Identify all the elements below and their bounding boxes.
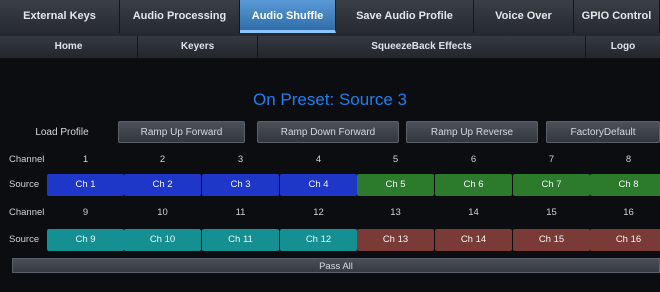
ramp-down-forward-button[interactable]: Ramp Down Forward — [257, 121, 399, 143]
channel-number: 3 — [237, 154, 244, 165]
channel-number: 14 — [468, 207, 479, 218]
source-row-label: Source — [9, 179, 40, 190]
source-button[interactable]: Ch 3 — [202, 174, 279, 196]
ramp-up-forward-button[interactable]: Ramp Up Forward — [118, 121, 245, 143]
channel-number: 6 — [470, 154, 477, 165]
source-button[interactable]: Ch 11 — [202, 229, 279, 251]
source-button[interactable]: Ch 13 — [357, 229, 434, 251]
source-row-label: Source — [9, 234, 40, 245]
channel-row-label: Channel — [9, 207, 45, 218]
ramp-up-reverse-button[interactable]: Ramp Up Reverse — [406, 121, 538, 143]
source-button[interactable]: Ch 7 — [513, 174, 590, 196]
channel-number: 1 — [82, 154, 89, 165]
channel-number: 9 — [82, 207, 89, 218]
channel-number: 13 — [390, 207, 401, 218]
tab-external-keys[interactable]: External Keys — [0, 0, 120, 33]
channel-number: 8 — [625, 154, 632, 165]
subtab-keyers[interactable]: Keyers — [138, 36, 258, 58]
source-button[interactable]: Ch 1 — [47, 174, 124, 196]
tab-audio-processing[interactable]: Audio Processing — [120, 0, 240, 33]
tab-voice-over[interactable]: Voice Over — [474, 0, 574, 33]
source-button[interactable]: Ch 8 — [590, 174, 660, 196]
load-profile-label: Load Profile — [35, 127, 89, 138]
source-button[interactable]: Ch 14 — [435, 229, 512, 251]
top-nav-bar: External Keys Audio Processing Audio Shu… — [0, 0, 660, 37]
tab-save-audio-profile[interactable]: Save Audio Profile — [336, 0, 474, 33]
subtab-logo[interactable]: Logo — [586, 36, 660, 58]
channel-number: 15 — [546, 207, 557, 218]
tab-gpio-control[interactable]: GPIO Control — [574, 0, 660, 33]
channel-number: 11 — [235, 207, 246, 218]
source-button[interactable]: Ch 5 — [357, 174, 434, 196]
preset-status: On Preset: Source 3 — [252, 90, 408, 109]
source-button[interactable]: Ch 4 — [280, 174, 357, 196]
source-button[interactable]: Ch 6 — [435, 174, 512, 196]
channel-number: 2 — [159, 154, 166, 165]
channel-number: 10 — [157, 207, 168, 218]
channel-number: 16 — [623, 207, 634, 218]
channel-number: 12 — [313, 207, 324, 218]
subtab-home[interactable]: Home — [0, 36, 138, 58]
factory-default-button[interactable]: FactoryDefault — [546, 121, 660, 143]
source-button[interactable]: Ch 16 — [590, 229, 660, 251]
source-button[interactable]: Ch 12 — [280, 229, 357, 251]
channel-number: 7 — [548, 154, 555, 165]
channel-number: 5 — [392, 154, 399, 165]
pass-all-button[interactable]: Pass All — [12, 258, 660, 273]
channel-number: 4 — [315, 154, 322, 165]
source-button[interactable]: Ch 10 — [124, 229, 201, 251]
source-button[interactable]: Ch 9 — [47, 229, 124, 251]
subtab-squeezeback-effects[interactable]: SqueezeBack Effects — [258, 36, 586, 58]
source-button[interactable]: Ch 15 — [513, 229, 590, 251]
source-button[interactable]: Ch 2 — [124, 174, 201, 196]
sub-nav-bar: Home Keyers SqueezeBack Effects Logo — [0, 36, 660, 59]
channel-row-label: Channel — [9, 154, 45, 165]
tab-audio-shuffle[interactable]: Audio Shuffle — [240, 0, 336, 33]
